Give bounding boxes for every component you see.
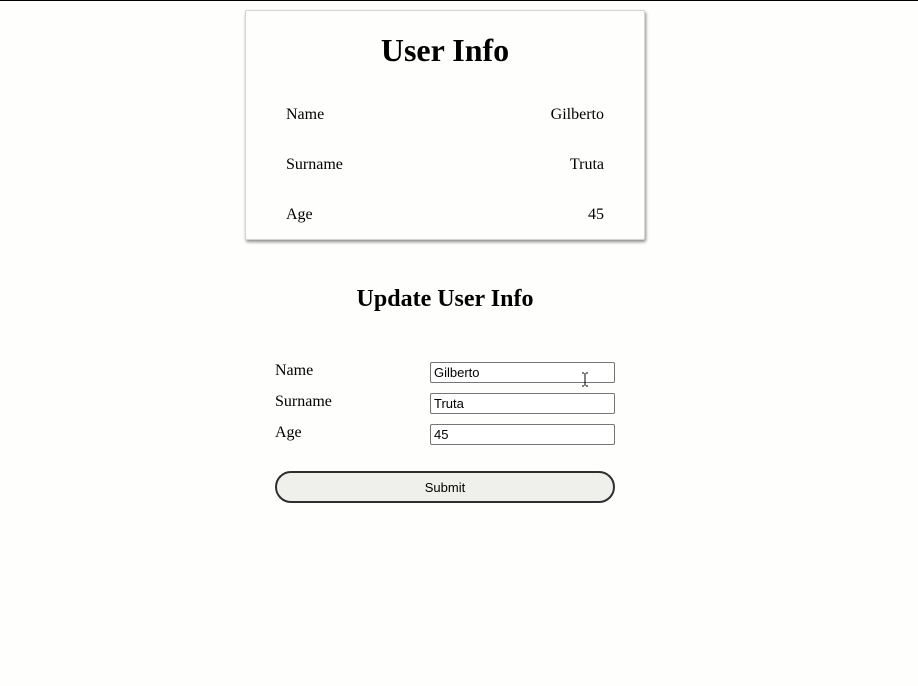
info-value-age: 45 <box>588 206 604 223</box>
info-value-surname: Truta <box>569 156 604 173</box>
surname-input[interactable] <box>430 393 615 414</box>
info-label-age: Age <box>286 206 313 223</box>
age-input[interactable] <box>430 424 615 445</box>
info-row-name: Name Gilberto <box>286 105 604 125</box>
info-label-surname: Surname <box>286 156 343 173</box>
user-info-card: User Info Name Gilberto Surname Truta Ag… <box>245 10 645 240</box>
info-label-name: Name <box>286 106 325 123</box>
submit-button[interactable]: Submit <box>275 471 615 503</box>
info-row-surname: Surname Truta <box>286 155 604 175</box>
update-user-info-title: Update User Info <box>356 286 534 312</box>
text-cursor-icon <box>582 372 588 387</box>
age-field-label: Age <box>275 424 302 441</box>
info-value-name: Gilberto <box>550 106 604 123</box>
top-border <box>0 0 918 1</box>
user-info-title: User Info <box>380 32 510 68</box>
name-field-label: Name <box>275 362 314 379</box>
surname-field-label: Surname <box>275 393 332 410</box>
info-row-age: Age 45 <box>286 205 604 225</box>
